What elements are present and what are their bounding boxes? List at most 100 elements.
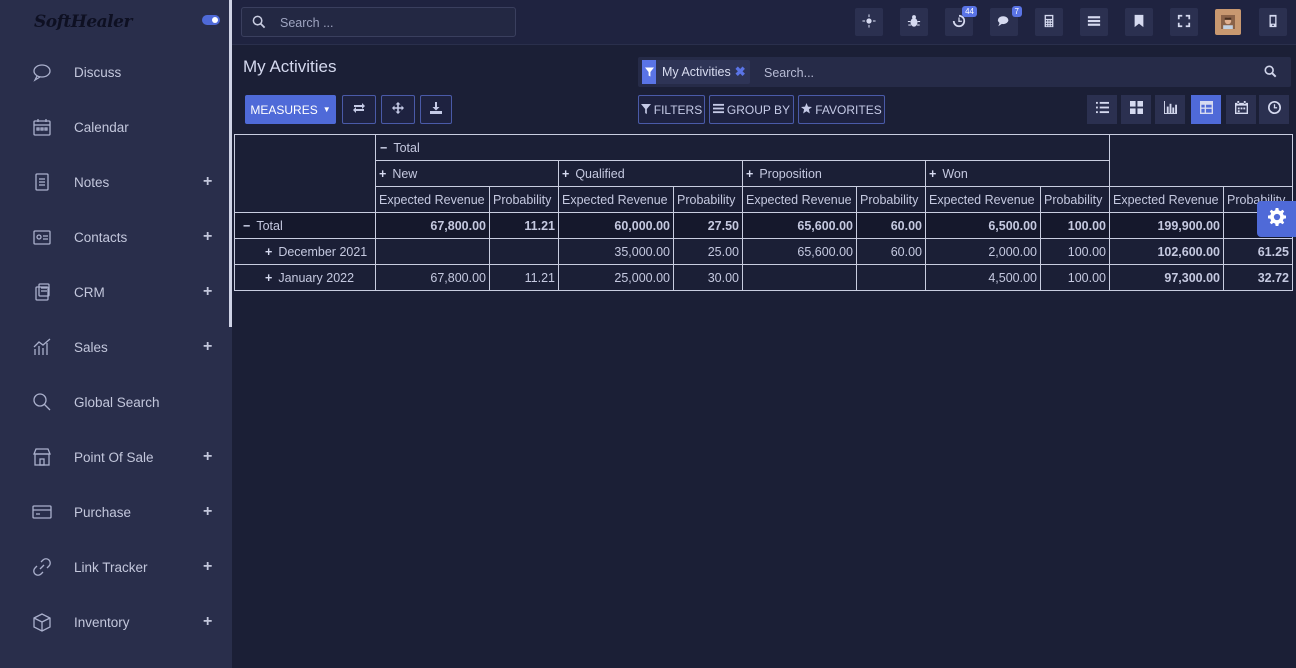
expand-icon[interactable]: + — [203, 558, 212, 576]
table-row: − Total 67,800.00 11.21 60,000.00 27.50 6… — [234, 212, 1293, 239]
store-icon — [32, 447, 52, 467]
filters-button[interactable]: FILTERS — [638, 95, 705, 124]
expand-icon[interactable]: + — [203, 338, 212, 356]
pivot-cell[interactable]: 67,800.00 — [375, 212, 490, 239]
expand-icon[interactable]: + — [203, 613, 212, 631]
avatar[interactable] — [1215, 9, 1241, 35]
pivot-cell[interactable]: 25.00 — [673, 238, 743, 265]
pivot-cell[interactable]: 100.00 — [1040, 264, 1110, 291]
measure-header[interactable]: Expected Revenue — [925, 186, 1041, 213]
sidebar-item-label: Link Tracker — [74, 559, 148, 575]
pivot-cell[interactable]: 32.72 — [1223, 264, 1293, 291]
theme-toggle-button[interactable] — [855, 8, 883, 36]
pivot-col-header-total[interactable]: − Total — [375, 134, 1110, 161]
activities-button[interactable]: 44 — [945, 6, 977, 36]
expand-icon[interactable]: + — [203, 173, 212, 191]
pivot-cell[interactable]: 60.00 — [856, 238, 926, 265]
sidebar-item-discuss[interactable]: Discuss — [0, 52, 232, 92]
sidebar-item-inventory[interactable]: Inventory + — [0, 602, 232, 642]
pivot-cell[interactable]: 4,500.00 — [925, 264, 1041, 291]
pivot-cell[interactable]: 11.21 — [489, 264, 559, 291]
pivot-cell[interactable]: 100.00 — [1040, 212, 1110, 239]
remove-facet-icon[interactable]: ✖ — [735, 64, 750, 80]
measure-header[interactable]: Probability — [489, 186, 559, 213]
pivot-cell[interactable]: 60,000.00 — [558, 212, 674, 239]
expand-icon[interactable]: + — [203, 448, 212, 466]
settings-button[interactable] — [1257, 201, 1296, 237]
pivot-cell[interactable]: 6,500.00 — [925, 212, 1041, 239]
messages-button[interactable]: 7 — [990, 6, 1022, 36]
graph-view-button[interactable] — [1155, 95, 1185, 124]
expand-icon[interactable]: + — [203, 503, 212, 521]
pivot-cell[interactable]: 100.00 — [1040, 238, 1110, 265]
measure-header[interactable]: Probability — [856, 186, 926, 213]
pivot-cell[interactable]: 65,600.00 — [742, 212, 857, 239]
kanban-view-button[interactable] — [1121, 95, 1151, 124]
pivot-cell[interactable] — [375, 238, 490, 265]
pivot-col-header-stage[interactable]: + Won — [925, 160, 1110, 187]
box-icon — [32, 612, 52, 632]
sidebar-item-sales[interactable]: Sales + — [0, 327, 232, 367]
sidebar-item-purchase[interactable]: Purchase + — [0, 492, 232, 532]
measure-header[interactable]: Expected Revenue — [558, 186, 674, 213]
pivot-col-header-stage[interactable]: + Qualified — [558, 160, 743, 187]
global-search[interactable] — [241, 7, 516, 37]
favorites-button[interactable]: FAVORITES — [798, 95, 885, 124]
bookmark-button[interactable] — [1125, 8, 1153, 36]
pivot-cell[interactable]: 35,000.00 — [558, 238, 674, 265]
search-input[interactable] — [762, 63, 1246, 83]
pivot-cell[interactable]: 97,300.00 — [1109, 264, 1224, 291]
sidebar-item-calendar[interactable]: Calendar — [0, 107, 232, 147]
calculator-button[interactable] — [1035, 8, 1063, 36]
mobile-button[interactable] — [1259, 8, 1287, 36]
measures-button[interactable]: MEASURES ▼ — [245, 95, 336, 124]
search-bar[interactable]: My Activities ✖ — [638, 57, 1291, 87]
activity-view-button[interactable] — [1259, 95, 1289, 124]
list-view-button[interactable] — [1087, 95, 1117, 124]
menu-button[interactable] — [1080, 8, 1108, 36]
measure-header[interactable]: Probability — [673, 186, 743, 213]
measure-header[interactable]: Probability — [1040, 186, 1110, 213]
sidebar-item-crm[interactable]: CRM + — [0, 272, 232, 312]
pivot-cell[interactable]: 60.00 — [856, 212, 926, 239]
pivot-col-header-stage[interactable]: + New — [375, 160, 559, 187]
measure-header[interactable]: Expected Revenue — [375, 186, 490, 213]
pivot-cell[interactable]: 30.00 — [673, 264, 743, 291]
pivot-cell[interactable]: 11.21 — [489, 212, 559, 239]
expand-icon[interactable]: + — [203, 283, 212, 301]
flip-axis-button[interactable] — [342, 95, 376, 124]
search-icon[interactable] — [1264, 65, 1277, 83]
sidebar-toggle[interactable] — [202, 15, 220, 25]
pivot-cell[interactable]: 61.25 — [1223, 238, 1293, 265]
pivot-cell[interactable]: 25,000.00 — [558, 264, 674, 291]
fullscreen-button[interactable] — [1170, 8, 1198, 36]
pivot-cell[interactable] — [856, 264, 926, 291]
pivot-cell[interactable]: 199,900.00 — [1109, 212, 1224, 239]
sidebar-item-contacts[interactable]: Contacts + — [0, 217, 232, 257]
sidebar-item-notes[interactable]: Notes + — [0, 162, 232, 202]
pivot-cell[interactable]: 2,000.00 — [925, 238, 1041, 265]
pivot-cell[interactable]: 27.50 — [673, 212, 743, 239]
debug-button[interactable] — [900, 8, 928, 36]
pivot-row-header[interactable]: + December 2021 — [234, 238, 376, 265]
calendar-view-button[interactable] — [1226, 95, 1256, 124]
pivot-col-header-stage[interactable]: + Proposition — [742, 160, 926, 187]
expand-all-button[interactable] — [381, 95, 415, 124]
pivot-cell[interactable] — [742, 264, 857, 291]
pivot-cell[interactable]: 102,600.00 — [1109, 238, 1224, 265]
global-search-input[interactable] — [278, 13, 502, 33]
pivot-cell[interactable] — [489, 238, 559, 265]
pivot-row-header[interactable]: + January 2022 — [234, 264, 376, 291]
measure-header[interactable]: Expected Revenue — [742, 186, 857, 213]
pivot-cell[interactable]: 67,800.00 — [375, 264, 490, 291]
download-button[interactable] — [420, 95, 452, 124]
expand-icon[interactable]: + — [203, 228, 212, 246]
group-by-button[interactable]: GROUP BY — [709, 95, 794, 124]
pivot-cell[interactable]: 65,600.00 — [742, 238, 857, 265]
sidebar-item-point-of-sale[interactable]: Point Of Sale + — [0, 437, 232, 477]
measure-header[interactable]: Expected Revenue — [1109, 186, 1224, 213]
sidebar-item-link-tracker[interactable]: Link Tracker + — [0, 547, 232, 587]
pivot-view-button[interactable] — [1191, 95, 1221, 124]
pivot-row-header[interactable]: − Total — [234, 212, 376, 239]
sidebar-item-global-search[interactable]: Global Search — [0, 382, 232, 422]
